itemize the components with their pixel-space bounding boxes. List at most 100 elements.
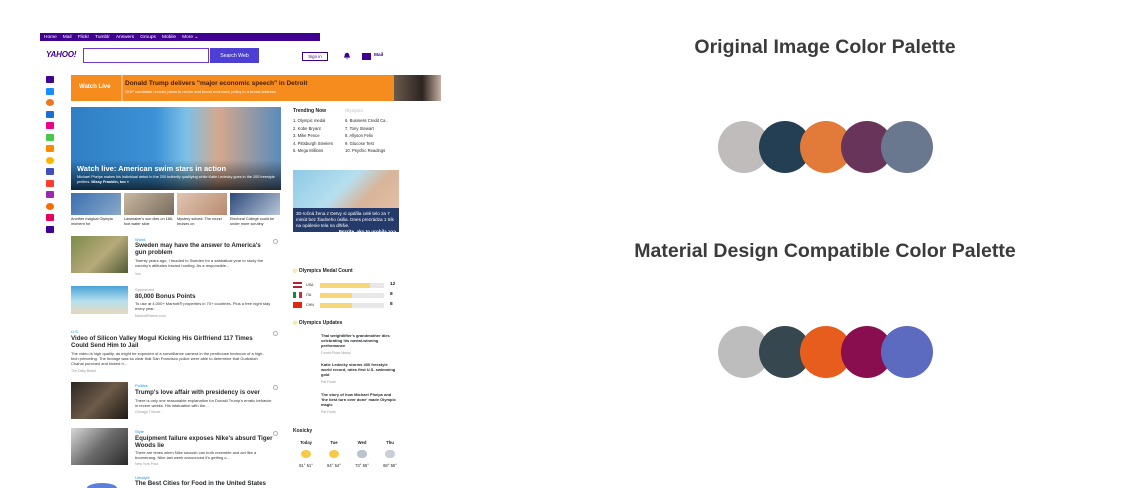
trending-item[interactable]: 9. Glucose Test bbox=[345, 141, 401, 149]
story-item[interactable]: U.S. Video of Silicon Valley Mogul Kicki… bbox=[71, 328, 286, 378]
sidebar-tv-icon[interactable] bbox=[46, 214, 54, 221]
sign-in-button[interactable]: Sign in bbox=[302, 52, 328, 61]
mail-icon[interactable] bbox=[362, 53, 371, 60]
story-category[interactable]: Style bbox=[135, 429, 144, 434]
trending-item[interactable]: 3. Mike Pence bbox=[293, 133, 349, 141]
story-category[interactable]: U.S. bbox=[71, 329, 79, 334]
topnav-item-more[interactable]: More ⌄ bbox=[176, 35, 198, 40]
story-source: Chicago Tribune bbox=[135, 410, 161, 414]
story-item[interactable]: Style Equipment failure exposes Nike's a… bbox=[71, 428, 286, 472]
hero-image[interactable]: Watch live: American swim stars in actio… bbox=[71, 107, 281, 190]
update-headline[interactable]: The story of how Michael Phelps and 'the… bbox=[321, 392, 399, 407]
medal-country: CHN bbox=[306, 303, 314, 307]
bell-icon[interactable] bbox=[343, 52, 351, 60]
weather-city[interactable]: Kosicky bbox=[293, 428, 403, 434]
trending-item[interactable]: 10. Psychic Readings bbox=[345, 148, 401, 156]
story-headline[interactable]: Trump's love affair with presidency is o… bbox=[135, 389, 275, 396]
thumbnail-image[interactable] bbox=[71, 193, 121, 215]
story-headline[interactable]: Sweden may have the answer to America's … bbox=[135, 242, 265, 256]
medal-bar bbox=[320, 303, 384, 308]
sidebar-politics-icon[interactable] bbox=[46, 168, 54, 175]
sidebar-style-icon[interactable] bbox=[46, 191, 54, 198]
sidebar-shopping-icon[interactable] bbox=[46, 145, 54, 152]
update-headline[interactable]: Thai weightlifter's grandmother dies cel… bbox=[321, 333, 399, 348]
olympics-updates-title[interactable]: ◎ Olympics Updates bbox=[293, 320, 399, 326]
topnav-item-flickr[interactable]: Flickr bbox=[72, 35, 89, 40]
story-summary: Twenty years ago, I headed to Sweden for… bbox=[135, 258, 264, 268]
watch-live-label: Watch Live bbox=[79, 84, 111, 90]
thumbnail-image[interactable] bbox=[230, 193, 280, 215]
banner-headline[interactable]: Donald Trump delivers "major economic sp… bbox=[125, 80, 307, 87]
mail-link[interactable]: Mail bbox=[374, 53, 383, 58]
trending-item[interactable]: 1. Olympic medal bbox=[293, 118, 349, 126]
thumbnail-image[interactable] bbox=[124, 193, 174, 215]
story-headline[interactable]: The Best Cities for Food in the United S… bbox=[135, 480, 285, 487]
topnav-item-groups[interactable]: Groups bbox=[134, 35, 156, 40]
medal-count-title[interactable]: ◎ Olympics Medal Count bbox=[293, 268, 399, 274]
yahoo-screenshot: Home Mail Flickr Tumblr Answers Groups M… bbox=[0, 0, 450, 488]
topnav-item-answers[interactable]: Answers bbox=[110, 35, 134, 40]
sidebar-movies-icon[interactable] bbox=[46, 133, 54, 141]
ad-text: 30-ročná žena z Detvy si opäľila celé te… bbox=[296, 211, 394, 228]
medal-count-panel: ◎ Olympics Medal Count USA 12 ITA 8 CHN … bbox=[293, 268, 399, 308]
thumbnail-title[interactable]: Lawmaker's son dies on 186-foot water sl… bbox=[124, 217, 174, 226]
trending-item[interactable]: 7. Tony Stewart bbox=[345, 126, 401, 134]
story-source: Vox bbox=[135, 272, 141, 276]
ad-link[interactable]: Pozrite, ako to urobila >>> bbox=[296, 229, 396, 235]
story-image bbox=[71, 382, 128, 419]
tab-olympics[interactable]: Olympics bbox=[345, 108, 363, 113]
story-source: The Daily Beast bbox=[71, 369, 96, 373]
search-input[interactable] bbox=[83, 48, 209, 63]
weather-day: Tue bbox=[330, 440, 338, 445]
trending-item[interactable]: 6. Business Credit Ca.. bbox=[345, 118, 401, 126]
story-category[interactable]: Politics bbox=[135, 383, 148, 388]
sponsored-item[interactable]: Sponsored 80,000 Bonus Points To use at … bbox=[71, 286, 286, 322]
sidebar-finance-icon[interactable] bbox=[46, 110, 54, 118]
sidebar-mail-icon[interactable] bbox=[46, 76, 54, 83]
advertisement[interactable]: QUICK SUN SPRAY 30-ročná žena z Detvy si… bbox=[293, 170, 399, 235]
story-item[interactable]: Politics Trump's love affair with presid… bbox=[71, 382, 286, 422]
material-palette-title: Material Design Compatible Color Palette bbox=[634, 240, 1016, 262]
story-item[interactable]: Lifestyle The Best Cities for Food in th… bbox=[71, 475, 286, 488]
live-banner[interactable]: Watch Live Donald Trump delivers "major … bbox=[71, 75, 441, 101]
yahoo-logo[interactable]: YAHOO! bbox=[46, 50, 76, 59]
sidebar-news-icon[interactable] bbox=[46, 87, 54, 95]
story-image bbox=[71, 286, 128, 314]
topnav-item-tumblr[interactable]: Tumblr bbox=[89, 35, 110, 40]
topnav-item-mail[interactable]: Mail bbox=[57, 35, 72, 40]
trending-item[interactable]: 5. Mega Millions bbox=[293, 148, 349, 156]
banner-divider bbox=[121, 75, 123, 101]
hero-more-link[interactable]: Missy Franklin, too » bbox=[91, 180, 129, 184]
favorite-icon[interactable] bbox=[273, 385, 278, 390]
story-headline[interactable]: 80,000 Bonus Points bbox=[135, 293, 275, 300]
medal-row[interactable]: ITA 8 bbox=[293, 292, 399, 300]
medal-row[interactable]: USA 12 bbox=[293, 282, 399, 290]
story-item[interactable]: World Sweden may have the answer to Amer… bbox=[71, 236, 286, 282]
favorite-icon[interactable] bbox=[273, 431, 278, 436]
story-headline[interactable]: Equipment failure exposes Nike's absurd … bbox=[135, 435, 275, 449]
hero-title[interactable]: Watch live: American swim stars in actio… bbox=[77, 164, 226, 173]
story-summary: To use at 4,000+ Marriott® properties in… bbox=[135, 301, 271, 311]
sidebar-travel-icon[interactable] bbox=[46, 179, 54, 187]
sidebar-weather-icon[interactable] bbox=[46, 156, 54, 164]
thumbnail-image[interactable] bbox=[177, 193, 227, 215]
sidebar-celebrity-icon[interactable] bbox=[46, 122, 54, 129]
topnav-item-home[interactable]: Home bbox=[40, 35, 57, 40]
favorite-icon[interactable] bbox=[273, 331, 278, 336]
thumbnail-title[interactable]: Electoral College could be under more sc… bbox=[230, 217, 280, 226]
sidebar-food-icon[interactable] bbox=[46, 202, 54, 210]
medal-row[interactable]: CHN 8 bbox=[293, 302, 399, 310]
trending-item[interactable]: 4. Pittsburgh Steelers bbox=[293, 141, 349, 149]
story-headline[interactable]: Video of Silicon Valley Mogul Kicking Hi… bbox=[71, 335, 261, 349]
trending-item[interactable]: 8. Allyson Felix bbox=[345, 133, 401, 141]
topnav-item-mobile[interactable]: Mobile bbox=[156, 35, 176, 40]
thumbnail-title[interactable]: Another magical Olympic moment for bbox=[71, 217, 121, 226]
favorite-icon[interactable] bbox=[273, 239, 278, 244]
update-headline[interactable]: Katie Ledecky storms 400 freestyle world… bbox=[321, 362, 399, 377]
search-web-button[interactable]: Search Web bbox=[210, 48, 259, 63]
thumbnail-title[interactable]: Mystery solved: The round bruises on bbox=[177, 217, 227, 226]
sidebar-sports-icon[interactable] bbox=[46, 99, 54, 106]
trending-item[interactable]: 2. Kobe Bryant bbox=[293, 126, 349, 134]
sidebar-more-icon[interactable] bbox=[46, 225, 54, 233]
weather-day: Wed bbox=[357, 440, 367, 445]
